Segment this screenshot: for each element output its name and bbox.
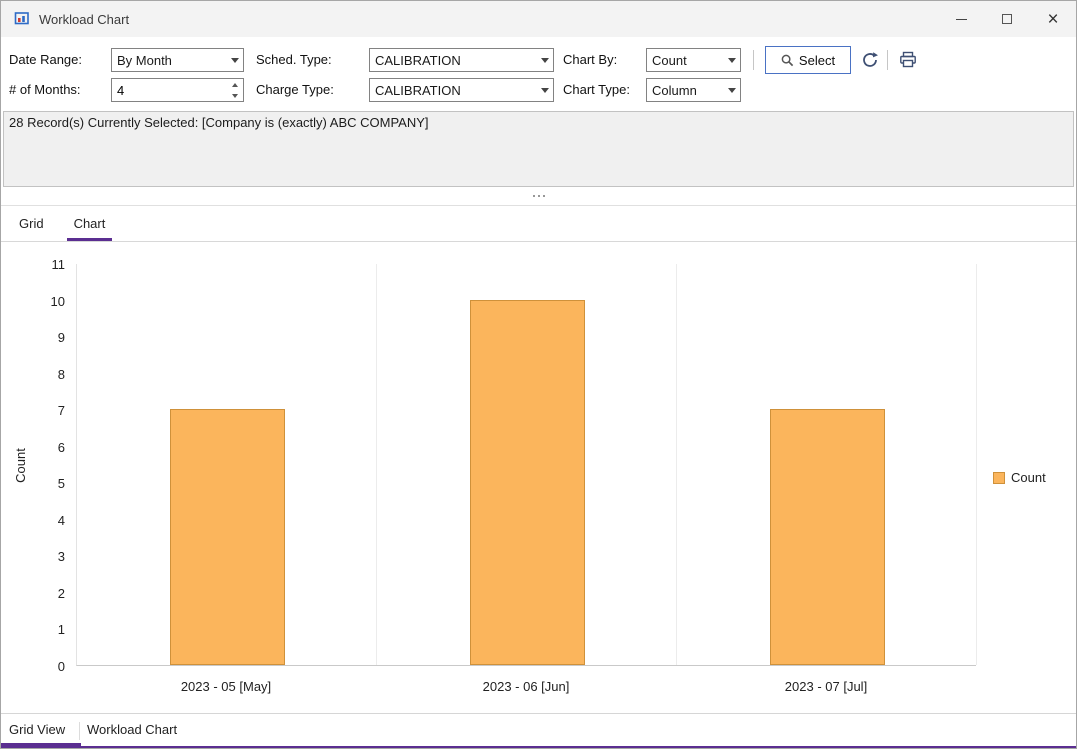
minimize-button[interactable] [938,1,984,37]
legend-label: Count [1011,470,1046,485]
tab-chart[interactable]: Chart [74,206,106,241]
chart-bar[interactable] [770,409,885,665]
chevron-up-icon [232,83,238,87]
select-button-label: Select [799,53,835,68]
y-tick-label: 4 [31,513,65,528]
chart-type-value: Column [647,79,723,101]
x-category-label: 2023 - 07 [Jul] [676,679,976,694]
bottom-tab-workload-chart[interactable]: Workload Chart [87,722,177,737]
charge-type-value: CALIBRATION [370,79,536,101]
chevron-down-icon [536,49,553,71]
chart-by-value: Count [647,49,723,71]
sched-type-combo[interactable]: CALIBRATION [369,48,554,72]
plot-area [76,264,976,666]
maximize-button[interactable] [984,1,1030,37]
spinner-down-button[interactable] [227,90,243,101]
printer-icon [899,51,917,69]
legend-swatch-count [993,472,1005,484]
x-category-label: 2023 - 05 [May] [76,679,376,694]
close-icon: × [1047,10,1058,29]
y-tick-label: 3 [31,549,65,564]
bottom-accent-line [1,746,1076,748]
charge-type-label: Charge Type: [256,78,334,102]
date-range-combo[interactable]: By Month [111,48,244,72]
chevron-down-icon [723,79,740,101]
y-axis: 01234567891011 [35,264,69,666]
chart-legend: Count [993,470,1046,485]
chart-type-combo[interactable]: Column [646,78,741,102]
chevron-down-icon [232,94,238,98]
toolbar: Date Range: By Month Sched. Type: CALIBR… [1,37,1076,111]
splitter-dot [533,195,535,197]
num-months-spinner [111,78,244,102]
chart-type-label: Chart Type: [563,78,630,102]
splitter-dot [538,195,540,197]
y-tick-label: 5 [31,476,65,491]
splitter-handle[interactable] [1,187,1076,205]
sched-type-value: CALIBRATION [370,49,536,71]
chevron-down-icon [536,79,553,101]
y-tick-label: 1 [31,622,65,637]
minimize-icon [956,19,967,20]
refresh-button[interactable] [859,49,881,71]
close-button[interactable]: × [1030,1,1076,37]
splitter-dot [543,195,545,197]
chart-by-label: Chart By: [563,48,617,72]
gridline-vertical [376,264,377,665]
maximize-icon [1002,14,1012,24]
x-axis: 2023 - 05 [May]2023 - 06 [Jun]2023 - 07 … [76,679,976,697]
charge-type-combo[interactable]: CALIBRATION [369,78,554,102]
app-icon [13,10,31,28]
y-tick-label: 8 [31,367,65,382]
selection-status-box: 28 Record(s) Currently Selected: [Compan… [3,111,1074,187]
y-tick-label: 9 [31,330,65,345]
chevron-down-icon [723,49,740,71]
bottom-tabbar: Grid View Workload Chart [1,713,1076,748]
bottom-active-tab-indicator [1,743,81,748]
chevron-down-icon [226,49,243,71]
select-button[interactable]: Select [765,46,851,74]
chart-bar[interactable] [170,409,285,665]
bottom-tab-grid-view[interactable]: Grid View [9,722,65,737]
spinner-up-button[interactable] [227,79,243,90]
search-icon [781,54,794,67]
date-range-value: By Month [112,49,226,71]
y-tick-label: 7 [31,403,65,418]
print-button[interactable] [897,49,919,71]
y-tick-label: 6 [31,440,65,455]
toolbar-separator [887,50,888,70]
tab-grid[interactable]: Grid [19,206,44,241]
y-axis-title: Count [11,264,29,666]
main-panel: Grid Chart Count 01234567891011 2023 - 0… [1,205,1076,713]
sched-type-label: Sched. Type: [256,48,332,72]
titlebar: Workload Chart × [1,1,1076,37]
y-tick-label: 0 [31,659,65,674]
window-title: Workload Chart [39,12,129,27]
gridline-vertical [976,264,977,665]
view-tab-row: Grid Chart [1,206,1076,242]
gridline-vertical [676,264,677,665]
toolbar-separator [753,50,754,70]
date-range-label: Date Range: [9,48,82,72]
refresh-icon [861,51,879,69]
y-tick-label: 11 [31,257,65,272]
y-tick-label: 2 [31,586,65,601]
chart-by-combo[interactable]: Count [646,48,741,72]
num-months-label: # of Months: [9,78,81,102]
num-months-input[interactable] [112,79,227,101]
x-category-label: 2023 - 06 [Jun] [376,679,676,694]
chart-bar[interactable] [470,300,585,665]
y-tick-label: 10 [31,294,65,309]
selection-status-text: 28 Record(s) Currently Selected: [Compan… [9,115,429,130]
bottom-tab-separator [79,722,80,740]
